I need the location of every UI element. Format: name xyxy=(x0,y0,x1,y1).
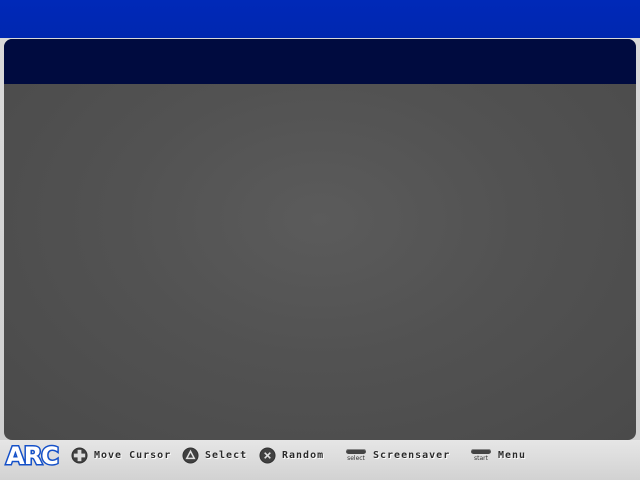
start-button-caption: start xyxy=(474,454,488,462)
hint-select: Select xyxy=(182,446,247,464)
game-list-area[interactable] xyxy=(4,84,636,440)
arc-logo-text: ARC xyxy=(6,442,58,469)
game-list-panel xyxy=(4,39,636,440)
panel-header xyxy=(4,39,636,84)
hint-label: Move Cursor xyxy=(94,449,172,461)
select-button-icon: select xyxy=(345,448,367,462)
dpad-icon xyxy=(71,446,88,464)
hint-random: Random xyxy=(259,446,324,464)
hint-move-cursor: Move Cursor xyxy=(71,446,171,464)
control-hints-bar: ARC Move Cursor Select Random select Scr… xyxy=(0,440,640,480)
hint-label: Screensaver xyxy=(373,449,451,461)
triangle-button-icon xyxy=(182,446,199,464)
cross-button-icon xyxy=(259,446,276,464)
screen: ARC Move Cursor Select Random select Scr… xyxy=(0,0,640,480)
arc-logo: ARC xyxy=(5,441,61,469)
hint-label: Select xyxy=(205,449,248,461)
hint-label: Menu xyxy=(498,449,527,461)
start-button-icon: start xyxy=(470,448,492,462)
hint-label: Random xyxy=(282,449,325,461)
hint-menu: start Menu xyxy=(470,446,526,464)
hint-screensaver: select Screensaver xyxy=(345,446,450,464)
select-button-caption: select xyxy=(347,454,365,462)
